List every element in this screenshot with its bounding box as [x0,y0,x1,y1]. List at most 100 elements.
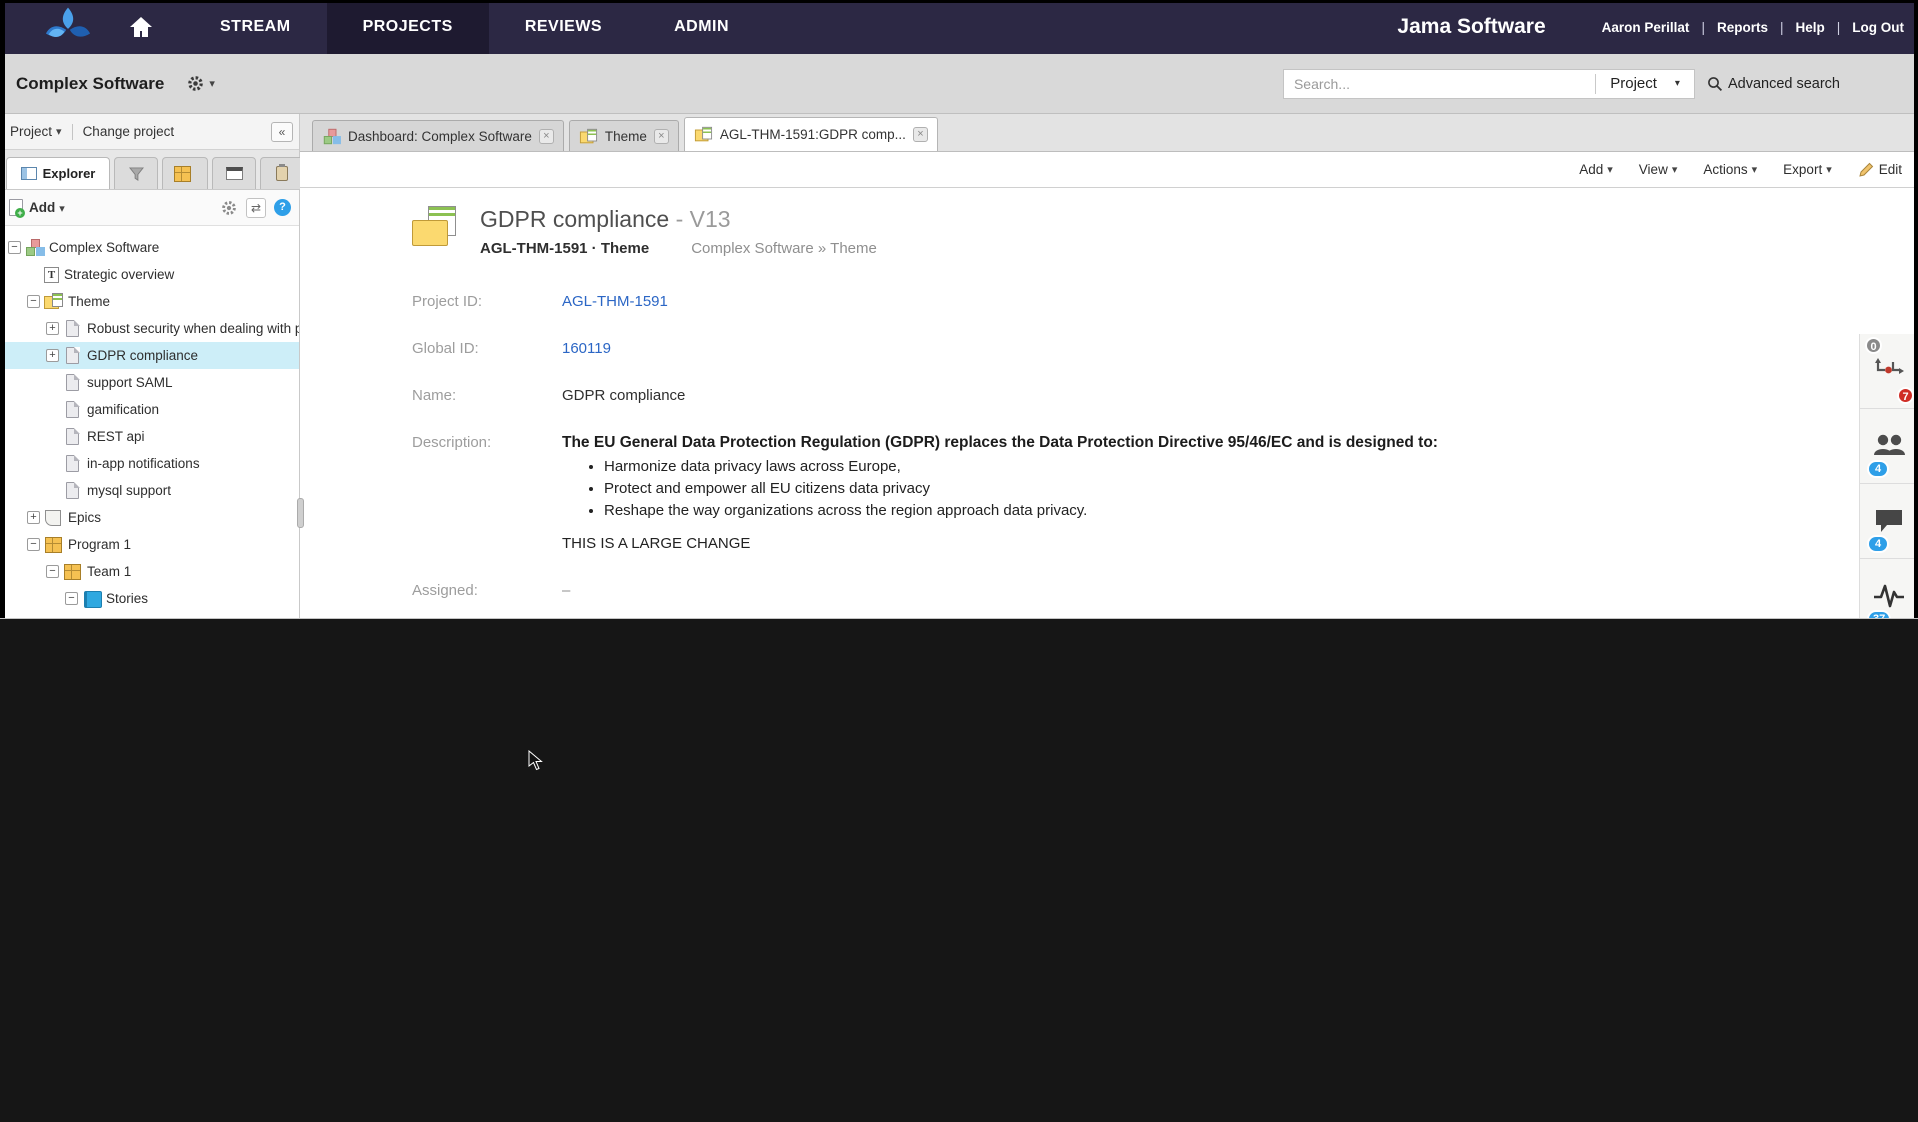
tab-reuse[interactable] [260,157,304,189]
reports-link[interactable]: Reports [1689,20,1768,35]
jama-logo-icon [40,4,96,50]
collapse-toggle[interactable]: − [27,295,40,308]
epics-icon [44,509,63,526]
tree-item-support-saml[interactable]: support SAML [0,369,299,396]
document-icon [63,428,82,445]
tab-theme[interactable]: Theme × [569,120,679,151]
tab-filters[interactable] [114,157,158,189]
comments-panel-button[interactable]: 4 [1860,484,1918,559]
tree-item-mysql-support[interactable]: mysql support [0,477,299,504]
collapse-toggle[interactable]: − [27,538,40,551]
export-menu[interactable]: Export [1783,162,1832,177]
releases-grid-icon [173,165,192,182]
tab-explorer[interactable]: Explorer [6,157,110,189]
tab-releases[interactable] [162,157,208,189]
tree-item-complex-software[interactable]: −Complex Software [0,234,299,261]
view-menu[interactable]: View [1639,162,1678,177]
project-blocks-icon [25,239,44,256]
add-item-icon [8,199,24,217]
logout-link[interactable]: Log Out [1825,20,1904,35]
field-label: Global ID: [412,340,562,357]
tab-views[interactable] [212,157,256,189]
activity-pulse-icon [1872,582,1906,610]
nav-admin[interactable]: ADMIN [638,0,765,54]
divider [72,124,73,140]
folder-icon [695,127,712,142]
project-title: Complex Software [16,74,164,94]
item-title: GDPR compliance - V13 [480,206,877,233]
description-value: The EU General Data Protection Regulatio… [562,434,1438,552]
collapse-toggle[interactable]: − [8,241,21,254]
comments-count-badge: 4 [1867,535,1889,553]
user-menu[interactable]: Aaron Perillat [1602,20,1690,35]
nav-reviews[interactable]: REVIEWS [489,0,638,54]
sidebar-splitter[interactable] [297,498,304,528]
help-link[interactable]: Help [1768,20,1825,35]
tree-item-gdpr-compliance[interactable]: +GDPR compliance [0,342,299,369]
stories-icon [82,590,101,607]
sidebar-project-dropdown[interactable]: Project [10,124,62,139]
tree-item-stories[interactable]: −Stories [0,585,299,612]
change-project-link[interactable]: Change project [83,124,175,139]
expand-toggle[interactable]: + [27,511,40,524]
breadcrumb: Complex Software » Theme [691,240,877,257]
actions-menu[interactable]: Actions [1703,162,1757,177]
relationships-panel-button[interactable]: 0 7 [1860,334,1918,409]
connected-users-panel-button[interactable]: 4 [1860,409,1918,484]
text-item-icon [44,267,59,283]
description-bullet: Protect and empower all EU citizens data… [604,480,1438,497]
project-id-link[interactable]: AGL-THM-1591 [562,293,668,310]
tree-settings-gear-icon[interactable] [220,199,238,217]
help-icon[interactable]: ? [274,199,291,216]
tree-item-rest-api[interactable]: REST api [0,423,299,450]
item-toolbar: Add View Actions Export Edit [300,152,1918,188]
tree-item-team-1[interactable]: −Team 1 [0,558,299,585]
upstream-count-badge: 0 [1865,337,1882,354]
description-note: THIS IS A LARGE CHANGE [562,535,1438,552]
expand-toggle[interactable]: + [46,322,59,335]
tree-item-program-1[interactable]: −Program 1 [0,531,299,558]
users-icon [1872,433,1906,459]
clipboard-icon [276,166,288,181]
collapse-sidebar-button[interactable]: « [271,122,293,142]
tree-item-theme[interactable]: −Theme [0,288,299,315]
nav-stream[interactable]: STREAM [184,0,327,54]
close-icon[interactable]: × [654,129,669,144]
add-button[interactable]: Add [29,200,65,215]
document-icon [63,374,82,391]
search-input[interactable] [1284,76,1595,92]
tree-item-epics[interactable]: +Epics [0,504,299,531]
home-icon[interactable] [124,10,158,44]
relationships-icon [1872,356,1906,386]
close-icon[interactable]: × [539,129,554,144]
tree-item-gamification[interactable]: gamification [0,396,299,423]
item-version: - V13 [676,206,731,232]
tree-item-strategic-overview[interactable]: Strategic overview [0,261,299,288]
add-menu[interactable]: Add [1579,162,1613,177]
tree-item-robust-security[interactable]: +Robust security when dealing with pa [0,315,299,342]
field-label: Name: [412,387,562,404]
name-value: GDPR compliance [562,387,685,404]
search-scope-dropdown[interactable]: Project [1596,75,1694,92]
dashboard-icon [323,128,340,143]
nav-projects[interactable]: PROJECTS [327,0,489,54]
tab-dashboard[interactable]: Dashboard: Complex Software × [312,120,564,151]
project-tree: −Complex Software Strategic overview −Th… [0,226,299,618]
project-settings-gear-icon[interactable] [186,74,215,93]
collapse-toggle[interactable]: − [65,592,78,605]
edit-button[interactable]: Edit [1858,162,1902,178]
sidebar-add-row: Add ⇄ ? [0,190,299,226]
assigned-value: – [562,582,570,599]
refresh-tree-button[interactable]: ⇄ [246,198,266,218]
document-icon [63,401,82,418]
description-bullet: Harmonize data privacy laws across Europ… [604,458,1438,475]
tree-item-in-app-notifications[interactable]: in-app notifications [0,450,299,477]
advanced-search-link[interactable]: Advanced search [1707,76,1918,92]
filter-funnel-icon [129,167,144,181]
expand-toggle[interactable]: + [46,349,59,362]
tab-gdpr-item[interactable]: AGL-THM-1591:GDPR comp... × [684,117,938,151]
collapse-toggle[interactable]: − [46,565,59,578]
close-icon[interactable]: × [913,127,928,142]
brand-text: Jama Software [1397,15,1545,39]
global-id-link[interactable]: 160119 [562,340,611,357]
